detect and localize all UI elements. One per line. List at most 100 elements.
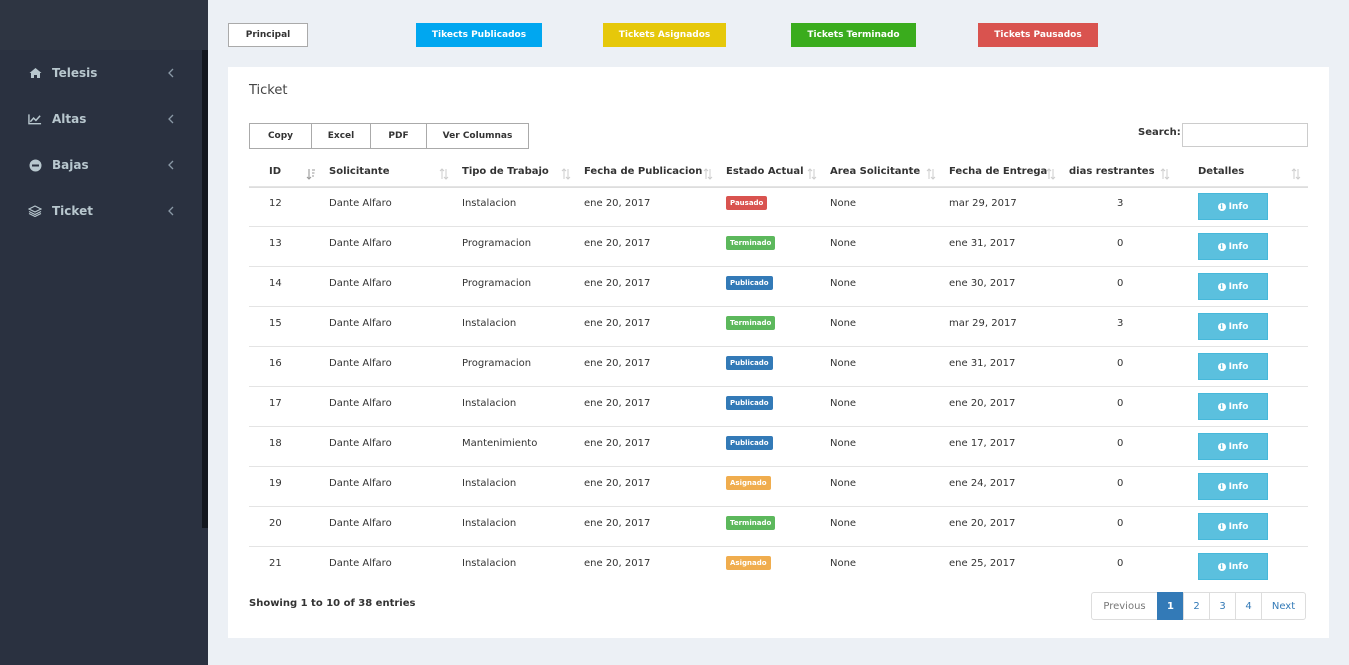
sidebar-item-bajas[interactable]: Bajas [0, 142, 208, 188]
sort-icon[interactable] [807, 165, 817, 180]
tickets-pausados-button[interactable]: Tickets Pausados [978, 23, 1098, 47]
cell-id: 16 [269, 358, 282, 369]
principal-button[interactable]: Principal [228, 23, 308, 47]
pagination-page-2[interactable]: 2 [1183, 592, 1210, 620]
excel-button[interactable]: Excel [311, 123, 371, 149]
column-visibility-button[interactable]: Ver Columnas [426, 123, 529, 149]
pagination-page-4[interactable]: 4 [1235, 592, 1262, 620]
cell-area-solicitante: None [830, 198, 857, 209]
cell-tipo-trabajo: Instalacion [462, 398, 517, 409]
cell-dias-restantes: 0 [1117, 518, 1124, 529]
tickets-terminado-button[interactable]: Tickets Terminado [791, 23, 916, 47]
ticket-card: Ticket Copy Excel PDF Ver Columnas Searc… [228, 67, 1329, 638]
column-header-estado-actual[interactable]: Estado Actual [726, 157, 804, 186]
tickets-publicados-button[interactable]: Tikects Publicados [416, 23, 542, 47]
column-header-fecha-publicacion[interactable]: Fecha de Publicacion [584, 157, 702, 186]
column-header-solicitante[interactable]: Solicitante [329, 157, 390, 186]
sidebar-scrollbar[interactable] [202, 50, 208, 528]
cell-tipo-trabajo: Programacion [462, 278, 532, 289]
cell-dias-restantes: 0 [1117, 478, 1124, 489]
cell-dias-restantes: 0 [1117, 358, 1124, 369]
table-row: 16 Dante Alfaro Programacion ene 20, 2017 No… [249, 346, 1308, 387]
sort-icon[interactable] [1046, 165, 1056, 180]
search-input[interactable] [1182, 123, 1308, 147]
cell-solicitante: Dante Alfaro [329, 438, 392, 449]
info-button[interactable]: i Info [1198, 193, 1268, 220]
info-circle-icon: i [1217, 202, 1226, 211]
cell-area-solicitante: None [830, 318, 857, 329]
info-button[interactable]: i Info [1198, 353, 1268, 380]
entries-info: Showing 1 to 10 of 38 entries [249, 598, 416, 609]
sort-icon[interactable] [926, 165, 936, 180]
cell-tipo-trabajo: Instalacion [462, 478, 517, 489]
copy-button[interactable]: Copy [249, 123, 312, 149]
status-badge: Asignado [726, 476, 771, 490]
sort-icon[interactable] [1291, 165, 1301, 180]
cell-id: 21 [269, 558, 282, 569]
status-badge: Publicado [726, 436, 773, 450]
table-row: 18 Dante Alfaro Mantenimiento ene 20, 2017 N… [249, 426, 1308, 467]
cell-dias-restantes: 3 [1117, 318, 1124, 329]
cell-area-solicitante: None [830, 238, 857, 249]
sort-icon[interactable] [561, 165, 571, 180]
info-button[interactable]: i Info [1198, 473, 1268, 500]
tickets-asignados-button[interactable]: Tickets Asignados [603, 23, 726, 47]
cell-fecha-publicacion: ene 20, 2017 [584, 278, 651, 289]
cell-id: 18 [269, 438, 282, 449]
info-button[interactable]: i Info [1198, 553, 1268, 580]
status-badge: Terminado [726, 316, 776, 330]
info-button-label: Info [1228, 281, 1249, 292]
sidebar-item-ticket[interactable]: Ticket [0, 188, 208, 234]
info-button[interactable]: i Info [1198, 233, 1268, 260]
info-button[interactable]: i Info [1198, 273, 1268, 300]
sort-icon[interactable] [1160, 165, 1170, 180]
pagination-previous[interactable]: Previous [1091, 592, 1158, 620]
info-circle-icon: i [1217, 562, 1226, 571]
sort-asc-icon[interactable] [306, 165, 316, 180]
pagination-page-3[interactable]: 3 [1209, 592, 1236, 620]
sort-icon[interactable] [703, 165, 713, 180]
sidebar-item-label: Ticket [52, 204, 93, 218]
pagination-page-1[interactable]: 1 [1157, 592, 1184, 620]
status-badge: Publicado [726, 276, 773, 290]
info-circle-icon: i [1217, 402, 1226, 411]
cell-solicitante: Dante Alfaro [329, 238, 392, 249]
cell-id: 20 [269, 518, 282, 529]
pdf-button[interactable]: PDF [370, 123, 427, 149]
sidebar-item-label: Telesis [52, 66, 98, 80]
table-row: 20 Dante Alfaro Instalacion ene 20, 2017 Non… [249, 506, 1308, 547]
column-header-dias-restantes[interactable]: dias restrantes [1069, 157, 1155, 186]
sort-icon[interactable] [439, 165, 449, 180]
cell-id: 13 [269, 238, 282, 249]
info-button-label: Info [1228, 401, 1249, 412]
column-header-fecha-entrega[interactable]: Fecha de Entrega [949, 157, 1047, 186]
info-button[interactable]: i Info [1198, 513, 1268, 540]
pagination-next[interactable]: Next [1261, 592, 1306, 620]
cell-area-solicitante: None [830, 398, 857, 409]
info-circle-icon: i [1217, 522, 1226, 531]
chevron-left-icon [166, 205, 176, 217]
info-button[interactable]: i Info [1198, 313, 1268, 340]
column-header-area-solicitante[interactable]: Area Solicitante [830, 157, 920, 186]
info-button[interactable]: i Info [1198, 393, 1268, 420]
pagination: Previous 1 2 3 4 Next [1091, 592, 1306, 620]
table-row: 15 Dante Alfaro Instalacion ene 20, 2017 Non… [249, 306, 1308, 347]
cell-fecha-entrega: ene 31, 2017 [949, 358, 1016, 369]
sidebar-item-altas[interactable]: Altas [0, 96, 208, 142]
info-circle-icon: i [1217, 242, 1226, 251]
cell-fecha-entrega: mar 29, 2017 [949, 198, 1017, 209]
column-header-detalles[interactable]: Detalles [1198, 157, 1244, 186]
info-button[interactable]: i Info [1198, 433, 1268, 460]
column-header-tipo-trabajo[interactable]: Tipo de Trabajo [462, 157, 549, 186]
cell-fecha-entrega: ene 20, 2017 [949, 518, 1016, 529]
chevron-left-icon [166, 113, 176, 125]
info-circle-icon: i [1217, 322, 1226, 331]
info-circle-icon: i [1217, 442, 1226, 451]
cell-id: 14 [269, 278, 282, 289]
cell-fecha-publicacion: ene 20, 2017 [584, 478, 651, 489]
cell-dias-restantes: 0 [1117, 238, 1124, 249]
sidebar-item-telesis[interactable]: Telesis [0, 50, 208, 96]
cell-solicitante: Dante Alfaro [329, 358, 392, 369]
cell-fecha-entrega: ene 30, 2017 [949, 278, 1016, 289]
column-header-id[interactable]: ID [269, 157, 281, 186]
